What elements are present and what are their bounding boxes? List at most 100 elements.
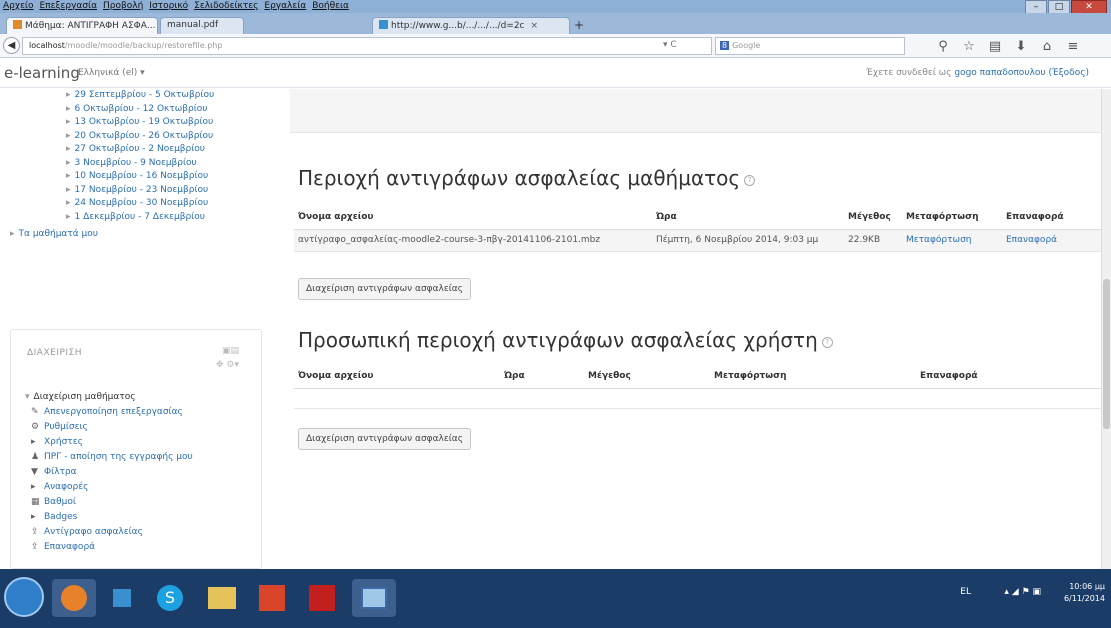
paint-icon <box>361 587 387 609</box>
admin-item[interactable]: ▼ Φίλτρα <box>25 465 261 480</box>
admin-item[interactable]: ▸ Αναφορές <box>25 480 261 495</box>
arrow-icon: ▸ <box>66 171 71 181</box>
office-taskbar-icon[interactable] <box>250 579 294 617</box>
taskbar-clock[interactable]: 10:06 μμ 6/11/2014 <box>1064 581 1105 605</box>
address-bar[interactable]: localhost/moodle/moodle/backup/restorefi… <box>22 37 712 55</box>
backup-icon: ⇪ <box>31 527 39 537</box>
back-button[interactable]: ◀ <box>3 37 20 54</box>
pdf-icon <box>309 585 335 611</box>
menu-edit[interactable]: Επεξεργασία <box>37 0 101 12</box>
arrow-icon: ▸ <box>31 512 36 522</box>
admin-item[interactable]: ⚙ Ρυθμίσεις <box>25 420 261 435</box>
table-row-empty <box>294 388 1109 409</box>
tray-icons[interactable]: ▴ ◢ ⚑ ▣ <box>1004 587 1041 597</box>
download-link[interactable]: Μεταφόρτωση <box>906 235 972 245</box>
admin-item[interactable]: ✎ Απενεργοποίηση επεξεργασίας <box>25 405 261 420</box>
folder-icon <box>208 587 236 609</box>
nav-week-item[interactable]: ▸ 20 Οκτωβρίου - 26 Οκτωβρίου <box>0 130 250 144</box>
minimize-button[interactable]: – <box>1025 0 1047 14</box>
arrow-icon: ▸ <box>66 117 71 127</box>
col-restore: Επαναφορά <box>1002 206 1109 230</box>
firefox-taskbar-icon[interactable] <box>52 579 96 617</box>
section-title: Περιοχή αντιγράφων ασφαλείας μαθήματος? <box>298 166 756 190</box>
page-scrollbar[interactable] <box>1101 89 1111 569</box>
reload-icon[interactable]: ▾ C <box>663 40 677 50</box>
course-backup-table: Όνομα αρχείου Ώρα Μέγεθος Μεταφόρτωση Επ… <box>294 206 1109 252</box>
scrollbar-thumb[interactable] <box>1103 279 1110 429</box>
pdf-taskbar-icon[interactable] <box>300 579 344 617</box>
language-menu[interactable]: Ελληνικά (el) ▾ <box>78 68 145 78</box>
close-tab-icon[interactable]: × <box>531 21 539 31</box>
admin-item[interactable]: ▦ Βαθμοί <box>25 495 261 510</box>
search-placeholder: Google <box>732 41 761 50</box>
nav-week-item[interactable]: ▸ 1 Δεκεμβρίου - 7 Δεκεμβρίου <box>0 211 250 225</box>
home-icon[interactable]: ⌂ <box>1034 39 1060 54</box>
menu-view[interactable]: Προβολή <box>100 0 146 12</box>
menu-tools[interactable]: Εργαλεία <box>261 0 309 12</box>
help-icon[interactable]: ? <box>744 175 756 186</box>
arrow-icon: ▸ <box>31 482 36 492</box>
tray-language[interactable]: EL <box>960 587 971 597</box>
block-actions-icon[interactable]: ✥ ⚙▾ <box>216 360 239 370</box>
admin-item[interactable]: ♟ ΠΡΓ - αποίηση της εγγραφής μου <box>25 450 261 465</box>
new-tab-icon[interactable]: + <box>574 18 584 32</box>
help-icon[interactable]: ? <box>821 337 833 348</box>
restore-link[interactable]: Επαναφορά <box>1006 235 1057 245</box>
menu-history[interactable]: Ιστορικό <box>146 0 191 12</box>
nav-week-item[interactable]: ▸ 6 Οκτωβρίου - 12 Οκτωβρίου <box>0 103 250 117</box>
admin-item[interactable]: ▸ Badges <box>25 510 261 525</box>
tab-course[interactable]: Μάθημα: ΑΝΤΙΓΡΑΦΗ ΑΣΦΑ...× <box>6 17 158 34</box>
explorer-taskbar-icon[interactable] <box>200 579 244 617</box>
media-taskbar-icon[interactable] <box>100 579 144 617</box>
navigation-list: ▸ 29 Σεπτεμβρίου - 5 Οκτωβρίου ▸ 6 Οκτωβρί… <box>0 89 250 242</box>
nav-my-courses[interactable]: ▸ Τα μαθήματά μου <box>0 228 250 242</box>
arrow-icon: ▸ <box>10 229 15 239</box>
login-prefix: Έχετε συνδεθεί ως <box>866 68 952 78</box>
manage-user-backups-button[interactable]: Διαχείριση αντιγράφων ασφαλείας <box>298 428 471 450</box>
close-window-button[interactable]: ✕ <box>1071 0 1107 14</box>
menu-help[interactable]: Βοήθεια <box>309 0 352 12</box>
site-brand[interactable]: e-learning <box>4 64 80 82</box>
moodle-header: e-learning Ελληνικά (el) ▾ Έχετε συνδεθε… <box>0 58 1111 88</box>
chevron-down-icon: ▾ <box>25 392 30 402</box>
tab-manual[interactable]: manual.pdf <box>160 17 244 34</box>
col-restore: Επαναφορά <box>916 365 1109 389</box>
login-info: Έχετε συνδεθεί ως gogo παπαδοπουλου (Έξο… <box>866 68 1089 78</box>
admin-item[interactable]: ▸ Χρήστες <box>25 435 261 450</box>
nav-week-item[interactable]: ▸ 3 Νοεμβρίου - 9 Νοεμβρίου <box>0 157 250 171</box>
google-icon: 8 <box>720 41 730 50</box>
nav-week-item[interactable]: ▸ 24 Νοεμβρίου - 30 Νοεμβρίου <box>0 197 250 211</box>
main-content: Περιοχή αντιγράφων ασφαλείας μαθήματος? … <box>268 89 1111 569</box>
admin-section-course[interactable]: ▾ Διαχείριση μαθήματος <box>25 390 261 405</box>
start-button[interactable] <box>4 577 44 617</box>
menu-file[interactable]: Αρχείο <box>0 0 37 12</box>
page-favicon-icon <box>379 20 388 29</box>
administration-block: ΔΙΑΧΕΙΡΙΣΗ ▣▤ ✥ ⚙▾ ▾ Διαχείριση μαθήματος… <box>10 329 262 569</box>
bookmark-star-icon[interactable]: ☆ <box>956 39 982 54</box>
menu-icon[interactable]: ≡ <box>1060 39 1086 54</box>
logout-link[interactable]: (Έξοδος) <box>1048 68 1089 78</box>
clipboard-icon[interactable]: ▤ <box>982 39 1008 54</box>
admin-item[interactable]: ⇪ Αντίγραφο ασφαλείας <box>25 525 261 540</box>
paint-taskbar-icon[interactable] <box>352 579 396 617</box>
dock-icon[interactable]: ▣▤ <box>222 346 239 356</box>
col-time: Ώρα <box>500 365 584 389</box>
nav-week-item[interactable]: ▸ 29 Σεπτεμβρίου - 5 Οκτωβρίου <box>0 89 250 103</box>
nav-week-item[interactable]: ▸ 27 Οκτωβρίου - 2 Νοεμβρίου <box>0 143 250 157</box>
pencil-icon: ✎ <box>31 407 39 417</box>
clock-time: 10:06 μμ <box>1069 582 1105 591</box>
admin-item[interactable]: ⇪ Επαναφορά <box>25 540 261 555</box>
nav-week-item[interactable]: ▸ 10 Νοεμβρίου - 16 Νοεμβρίου <box>0 170 250 184</box>
search-icon[interactable]: ⚲ <box>930 39 956 54</box>
tab-web[interactable]: http://www.g...b/.../.../.../d=2c × <box>372 17 570 34</box>
manage-course-backups-button[interactable]: Διαχείριση αντιγράφων ασφαλείας <box>298 278 471 300</box>
maximize-button[interactable]: □ <box>1048 0 1070 14</box>
user-profile-link[interactable]: gogo παπαδοπουλου <box>954 68 1045 78</box>
nav-week-item[interactable]: ▸ 13 Οκτωβρίου - 19 Οκτωβρίου <box>0 116 250 130</box>
skype-taskbar-icon[interactable]: S <box>148 579 192 617</box>
arrow-icon: ▸ <box>31 437 36 447</box>
nav-week-item[interactable]: ▸ 17 Νοεμβρίου - 23 Νοεμβρίου <box>0 184 250 198</box>
menu-bookmarks[interactable]: Σελιδοδείκτες <box>191 0 261 12</box>
search-input[interactable]: 8 Google <box>715 37 905 55</box>
download-icon[interactable]: ⬇ <box>1008 39 1034 54</box>
